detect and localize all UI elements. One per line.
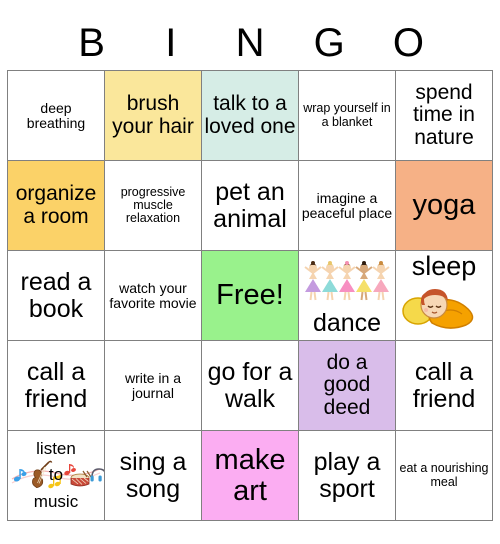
bingo-row: organize a room progressive muscle relax… — [7, 160, 493, 251]
bingo-cell-label: organize a room — [15, 182, 97, 228]
bingo-cell-label: deep breathing — [26, 99, 86, 131]
bingo-cell-label: listen — [36, 438, 76, 458]
bingo-cell-label: music — [33, 491, 79, 511]
bingo-cell-label: spend time in nature — [413, 81, 475, 149]
bingo-cell[interactable]: watch your favorite movie — [104, 250, 202, 341]
header-letter-i: I — [165, 21, 177, 65]
header-letter-n: N — [235, 21, 265, 65]
bingo-cell-free[interactable]: Free! — [201, 250, 299, 341]
bingo-cell-label: go for a walk — [207, 358, 293, 413]
bingo-row: deep breathing brush your hair talk to a… — [7, 70, 493, 161]
bingo-cell[interactable]: eat a nourishing meal — [395, 430, 493, 521]
sleeping-child-clipart — [397, 277, 492, 335]
bingo-cell[interactable]: wrap yourself in a blanket — [298, 70, 396, 161]
bingo-cell-label: brush your hair — [112, 92, 194, 138]
bingo-cell-label: dance — [312, 309, 382, 337]
bingo-grid: deep breathing brush your hair talk to a… — [7, 70, 493, 521]
bingo-cell-label: yoga — [412, 189, 476, 222]
bingo-cell[interactable]: play a sport — [298, 430, 396, 521]
bingo-cell-label: imagine a peaceful place — [301, 189, 393, 221]
bingo-card: B I N G O deep breathing brush your hair… — [0, 0, 500, 544]
bingo-cell[interactable]: sing a song — [104, 430, 202, 521]
header-letter-b: B — [78, 21, 105, 65]
bingo-cell[interactable]: pet an animal — [201, 160, 299, 251]
header-letter-o: O — [392, 21, 424, 65]
bingo-free-label: Free! — [216, 279, 284, 312]
bingo-cell-label: write in a journal — [124, 369, 182, 401]
bingo-cell-label: read a book — [20, 268, 92, 323]
bingo-row: listen to music sing a song make art pla… — [7, 430, 493, 521]
bingo-cell[interactable]: read a book — [7, 250, 105, 341]
bingo-cell[interactable]: sleep — [395, 250, 493, 341]
bingo-cell-label: call a friend — [412, 358, 476, 413]
bingo-row: call a friend write in a journal go for … — [7, 340, 493, 431]
bingo-cell-label: call a friend — [24, 358, 88, 413]
header-letter-g: G — [313, 21, 345, 65]
bingo-cell-label: wrap yourself in a blanket — [303, 101, 391, 129]
bingo-cell[interactable]: do a good deed — [298, 340, 396, 431]
bingo-cell[interactable]: write in a journal — [104, 340, 202, 431]
bingo-cell[interactable]: yoga — [395, 160, 493, 251]
bingo-cell[interactable]: go for a walk — [201, 340, 299, 431]
bingo-cell[interactable]: progressive muscle relaxation — [104, 160, 202, 251]
bingo-cell-label: do a good deed — [323, 351, 371, 419]
bingo-cell-label: sleep — [411, 251, 477, 282]
bingo-cell[interactable]: imagine a peaceful place — [298, 160, 396, 251]
bingo-cell-label: watch your favorite movie — [109, 279, 197, 311]
bingo-cell[interactable]: organize a room — [7, 160, 105, 251]
ballerinas-clipart — [300, 255, 395, 301]
bingo-cell[interactable]: listen to music — [7, 430, 105, 521]
bingo-header: B I N G O — [52, 0, 448, 66]
bingo-cell[interactable]: talk to a loved one — [201, 70, 299, 161]
bingo-cell-label: pet an animal — [213, 178, 287, 233]
bingo-cell[interactable]: call a friend — [7, 340, 105, 431]
bingo-cell[interactable]: spend time in nature — [395, 70, 493, 161]
bingo-cell-label: progressive muscle relaxation — [120, 184, 186, 226]
bingo-row: read a book watch your favorite movie Fr… — [7, 250, 493, 341]
bingo-cell[interactable]: brush your hair — [104, 70, 202, 161]
bingo-cell[interactable]: dance — [298, 250, 396, 341]
bingo-cell-label: play a sport — [313, 448, 381, 503]
bingo-cell-label: sing a song — [119, 448, 187, 503]
bingo-cell[interactable]: make art — [201, 430, 299, 521]
bingo-cell[interactable]: deep breathing — [7, 70, 105, 161]
bingo-cell-label: to — [48, 465, 64, 485]
bingo-cell-label: make art — [214, 443, 286, 507]
bingo-cell[interactable]: call a friend — [395, 340, 493, 431]
bingo-cell-label: eat a nourishing meal — [399, 461, 489, 489]
bingo-cell-label: talk to a loved one — [204, 92, 296, 138]
